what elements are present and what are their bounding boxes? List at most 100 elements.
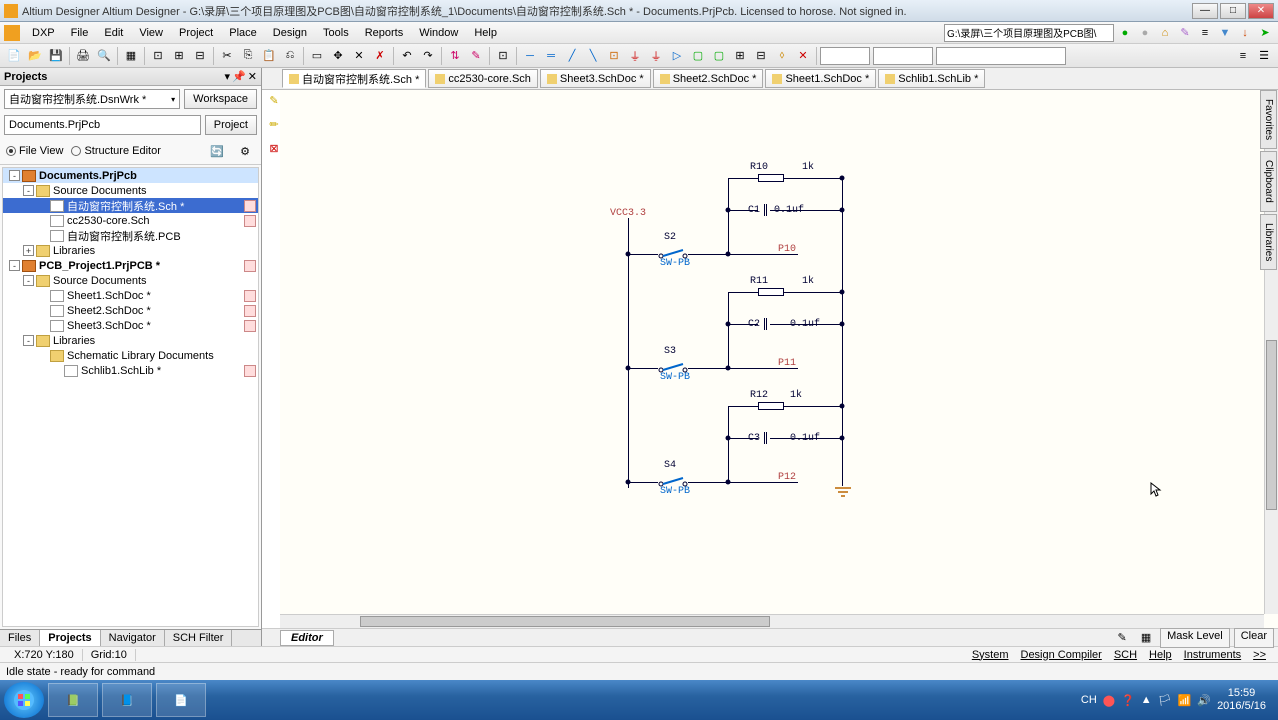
menu-window[interactable]: Window — [411, 25, 466, 41]
minimize-button[interactable]: — — [1192, 3, 1218, 19]
tree-expand-icon[interactable]: + — [23, 245, 34, 256]
project-tree[interactable]: -Documents.PrjPcb-Source Documents自动窗帘控制… — [2, 167, 259, 627]
no-erc-icon[interactable]: ✕ — [793, 46, 813, 66]
project-button[interactable]: Project — [205, 115, 257, 135]
tree-row[interactable]: cc2530-core.Sch — [3, 213, 258, 228]
tray-icon-2[interactable]: ❓ — [1121, 694, 1135, 707]
status-sch[interactable]: SCH — [1108, 649, 1143, 661]
zoom-area-icon[interactable]: ⊞ — [169, 46, 189, 66]
tray-icon-3[interactable]: ▲ — [1141, 694, 1152, 706]
workspace-button[interactable]: Workspace — [184, 89, 257, 109]
tree-expand-icon[interactable]: - — [23, 185, 34, 196]
open-icon[interactable]: 📂 — [25, 46, 45, 66]
save-icon[interactable]: 💾 — [46, 46, 66, 66]
tray-icon-1[interactable]: ⬤ — [1103, 694, 1115, 707]
status-help[interactable]: Help — [1143, 649, 1178, 661]
side-tab-clipboard[interactable]: Clipboard — [1260, 151, 1277, 212]
cut-icon[interactable]: ✂ — [217, 46, 237, 66]
editor-tab[interactable]: Editor — [280, 630, 334, 646]
start-button[interactable] — [4, 682, 44, 718]
highlight-icon[interactable]: ✎ — [1176, 24, 1194, 42]
compile-icon[interactable]: ▦ — [121, 46, 141, 66]
tree-row[interactable]: Schlib1.SchLib * — [3, 363, 258, 378]
tray-network-icon[interactable]: 📶 — [1178, 694, 1192, 707]
harness-icon[interactable]: ⊟ — [751, 46, 771, 66]
tree-row[interactable]: Sheet1.SchDoc * — [3, 288, 258, 303]
cursor-icon[interactable]: ↓ — [1236, 24, 1254, 42]
editor-icon-2[interactable]: ▦ — [1136, 628, 1156, 648]
nav-fwd-icon[interactable]: ● — [1136, 24, 1154, 42]
nav-icon[interactable]: ➤ — [1256, 24, 1274, 42]
document-tab[interactable]: Sheet2.SchDoc * — [653, 69, 764, 88]
list-icon[interactable]: ☰ — [1254, 46, 1274, 66]
copy-icon[interactable]: ⎘ — [238, 46, 258, 66]
menu-dxp[interactable]: DXP — [24, 25, 63, 41]
tree-row[interactable]: -Libraries — [3, 333, 258, 348]
close-button[interactable]: ✕ — [1248, 3, 1274, 19]
signal-harness-icon[interactable]: ╱ — [562, 46, 582, 66]
cross-probe-icon[interactable]: ✎ — [466, 46, 486, 66]
menu-view[interactable]: View — [131, 25, 171, 41]
zoom-fit-icon[interactable]: ⊡ — [148, 46, 168, 66]
refresh-icon[interactable]: 🔄 — [207, 141, 227, 161]
bus-icon[interactable]: ═ — [541, 46, 561, 66]
preview-icon[interactable]: 🔍 — [94, 46, 114, 66]
tab-navigator[interactable]: Navigator — [101, 630, 165, 646]
nav-home-icon[interactable]: ⌂ — [1156, 24, 1174, 42]
tree-expand-icon[interactable]: - — [9, 170, 20, 181]
options-icon[interactable]: ⚙ — [235, 141, 255, 161]
dropdown-icon[interactable]: ▼ — [1216, 24, 1234, 42]
radio-file-view[interactable]: File View — [6, 145, 63, 157]
redo-icon[interactable]: ↷ — [418, 46, 438, 66]
bus-entry-icon[interactable]: ╲ — [583, 46, 603, 66]
filter-icon[interactable]: ≡ — [1196, 24, 1214, 42]
new-icon[interactable]: 📄 — [4, 46, 24, 66]
menu-place[interactable]: Place — [221, 25, 265, 41]
side-tab-libraries[interactable]: Libraries — [1260, 214, 1277, 270]
document-tab[interactable]: cc2530-core.Sch — [428, 69, 538, 88]
tray-lang[interactable]: CH — [1081, 694, 1097, 706]
rubber-stamp-icon[interactable]: ⎌ — [280, 46, 300, 66]
tree-row[interactable]: -Source Documents — [3, 273, 258, 288]
combo-1[interactable] — [820, 47, 870, 65]
document-tab[interactable]: 自动窗帘控制系统.Sch * — [282, 69, 426, 88]
power-port-icon[interactable]: ⏚ — [625, 46, 645, 66]
browse-icon[interactable]: ⊡ — [493, 46, 513, 66]
status-more[interactable]: >> — [1247, 649, 1272, 661]
panel-close-icon[interactable]: ✕ — [248, 70, 257, 83]
menu-reports[interactable]: Reports — [357, 25, 412, 41]
menu-design[interactable]: Design — [265, 25, 315, 41]
document-tab[interactable]: Sheet3.SchDoc * — [540, 69, 651, 88]
tray-volume-icon[interactable]: 🔊 — [1197, 694, 1211, 707]
part-icon[interactable]: ▷ — [667, 46, 687, 66]
grid-menu-icon[interactable]: ≡ — [1233, 46, 1253, 66]
combo-2[interactable] — [873, 47, 933, 65]
status-design-compiler[interactable]: Design Compiler — [1015, 649, 1108, 661]
status-system[interactable]: System — [966, 649, 1015, 661]
paste-icon[interactable]: 📋 — [259, 46, 279, 66]
tree-row[interactable]: Sheet3.SchDoc * — [3, 318, 258, 333]
editor-icon-1[interactable]: ✎ — [1112, 628, 1132, 648]
side-tab-favorites[interactable]: Favorites — [1260, 90, 1277, 149]
tree-row[interactable]: Sheet2.SchDoc * — [3, 303, 258, 318]
tab-files[interactable]: Files — [0, 630, 40, 646]
tree-row[interactable]: Schematic Library Documents — [3, 348, 258, 363]
horizontal-scrollbar[interactable] — [280, 614, 1264, 628]
tray-flag-icon[interactable]: 🏳 — [1158, 694, 1172, 707]
taskbar-app-2[interactable]: 📘 — [102, 683, 152, 717]
hierarchy-up-icon[interactable]: ⇅ — [445, 46, 465, 66]
radio-structure-editor[interactable]: Structure Editor — [71, 145, 160, 157]
tree-expand-icon[interactable]: - — [23, 335, 34, 346]
panel-pin-icon[interactable]: 📌 — [232, 70, 246, 83]
nav-back-icon[interactable]: ● — [1116, 24, 1134, 42]
taskbar-app-1[interactable]: 📗 — [48, 683, 98, 717]
panel-dropdown-icon[interactable]: ▾ — [225, 70, 231, 83]
port-icon[interactable]: ⬨ — [772, 46, 792, 66]
menu-tools[interactable]: Tools — [315, 25, 357, 41]
tab-projects[interactable]: Projects — [40, 630, 100, 646]
net-label-icon[interactable]: ⊡ — [604, 46, 624, 66]
tree-row[interactable]: +Libraries — [3, 243, 258, 258]
tree-row[interactable]: 自动窗帘控制系统.Sch * — [3, 198, 258, 213]
tree-row[interactable]: -PCB_Project1.PrjPCB * — [3, 258, 258, 273]
device-sheet-icon[interactable]: ⊞ — [730, 46, 750, 66]
